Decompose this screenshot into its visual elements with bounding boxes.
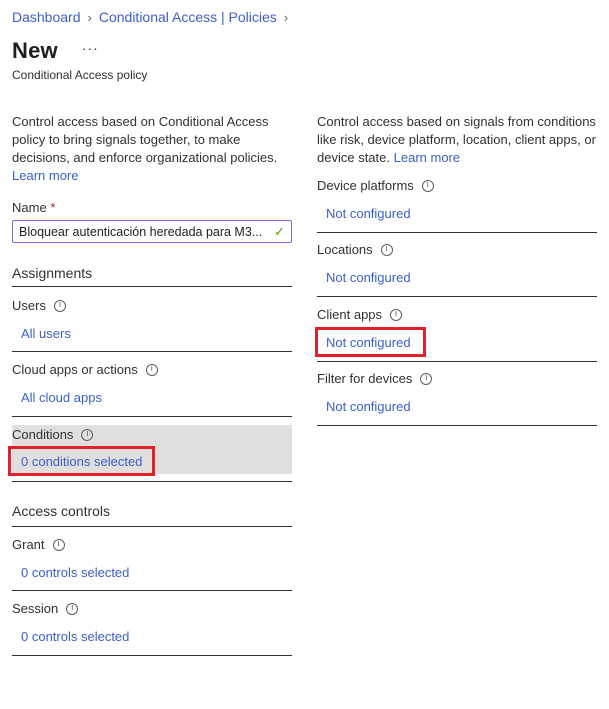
locations-value-link[interactable]: Not configured [326, 270, 597, 285]
info-icon[interactable]: i [380, 243, 393, 256]
device-platforms-value-link[interactable]: Not configured [326, 206, 597, 221]
info-icon[interactable]: i [52, 538, 65, 551]
info-icon[interactable]: i [66, 602, 79, 615]
right-description: Control access based on signals from con… [317, 113, 597, 167]
grant-value-link[interactable]: 0 controls selected [21, 565, 292, 580]
session-value-link[interactable]: 0 controls selected [21, 629, 292, 644]
users-label-text: Users [12, 298, 46, 313]
required-marker: * [50, 200, 56, 215]
breadcrumb-conditional-access-policies[interactable]: Conditional Access | Policies [99, 9, 277, 25]
client-apps-highlight-box [315, 327, 426, 357]
name-label-text: Name [12, 200, 47, 215]
info-icon[interactable]: i [81, 428, 94, 441]
users-section: Users i All users [12, 298, 292, 352]
more-options-button[interactable]: ··· [82, 41, 99, 61]
info-icon[interactable]: i [390, 308, 403, 321]
access-controls-header: Access controls [12, 503, 292, 527]
conditions-label-text: Conditions [12, 427, 74, 442]
assignments-header: Assignments [12, 265, 292, 287]
client-apps-label-text: Client apps [317, 307, 383, 322]
left-column: Control access based on Conditional Acce… [8, 113, 292, 656]
page-subtitle: Conditional Access policy [12, 68, 148, 82]
grant-section: Grant i 0 controls selected [12, 537, 292, 591]
users-label: Users i [12, 298, 292, 313]
info-icon[interactable]: i [145, 363, 158, 376]
conditions-highlight-box [8, 446, 155, 476]
info-icon[interactable]: i [420, 372, 433, 385]
filter-devices-value-link[interactable]: Not configured [326, 399, 597, 414]
title-row: New ··· [12, 38, 99, 64]
cloud-apps-label: Cloud apps or actions i [12, 362, 292, 377]
checkmark-icon: ✓ [274, 223, 285, 239]
breadcrumb-dashboard[interactable]: Dashboard [12, 9, 81, 25]
page-title: New [12, 38, 58, 63]
users-value-link[interactable]: All users [21, 326, 292, 341]
locations-label-text: Locations [317, 242, 373, 257]
assignments-heading: Assignments [12, 265, 93, 281]
device-platforms-label-text: Device platforms [317, 178, 414, 193]
grant-label: Grant i [12, 537, 292, 552]
access-controls-heading: Access controls [12, 503, 111, 519]
policy-name-value[interactable]: Bloquear autenticación heredada para M3.… [19, 225, 271, 239]
cloud-apps-section: Cloud apps or actions i All cloud apps [12, 362, 292, 417]
filter-devices-section: Filter for devices i Not configured [317, 371, 597, 426]
session-label: Session i [12, 601, 292, 616]
cloud-apps-label-text: Cloud apps or actions [12, 362, 138, 377]
conditions-label: Conditions i [12, 427, 292, 442]
device-platforms-section: Device platforms i Not configured [317, 178, 597, 233]
grant-label-text: Grant [12, 537, 45, 552]
info-icon[interactable]: i [53, 299, 66, 312]
filter-devices-label: Filter for devices i [317, 371, 597, 386]
chevron-right-icon: › [283, 9, 289, 25]
chevron-right-icon: › [87, 9, 92, 25]
info-icon[interactable]: i [421, 179, 434, 192]
name-label: Name * [12, 200, 292, 215]
session-label-text: Session [12, 601, 59, 616]
filter-devices-label-text: Filter for devices [317, 371, 413, 386]
conditions-divider [12, 474, 292, 482]
locations-section: Locations i Not configured [317, 242, 597, 297]
cloud-apps-value-link[interactable]: All cloud apps [21, 390, 292, 405]
client-apps-label: Client apps i [317, 307, 597, 322]
session-section: Session i 0 controls selected [12, 601, 292, 656]
device-platforms-label: Device platforms i [317, 178, 597, 193]
name-field-group: Name * Bloquear autenticación heredada p… [12, 200, 292, 243]
left-description: Control access based on Conditional Acce… [12, 113, 292, 185]
left-description-text: Control access based on Conditional Acce… [12, 114, 278, 165]
left-learn-more-link[interactable]: Learn more [12, 168, 78, 183]
breadcrumb: Dashboard › Conditional Access | Policie… [12, 9, 295, 25]
policy-name-input[interactable]: Bloquear autenticación heredada para M3.… [12, 220, 292, 243]
right-learn-more-link[interactable]: Learn more [394, 150, 460, 165]
right-column: Control access based on signals from con… [315, 113, 597, 426]
locations-label: Locations i [317, 242, 597, 257]
